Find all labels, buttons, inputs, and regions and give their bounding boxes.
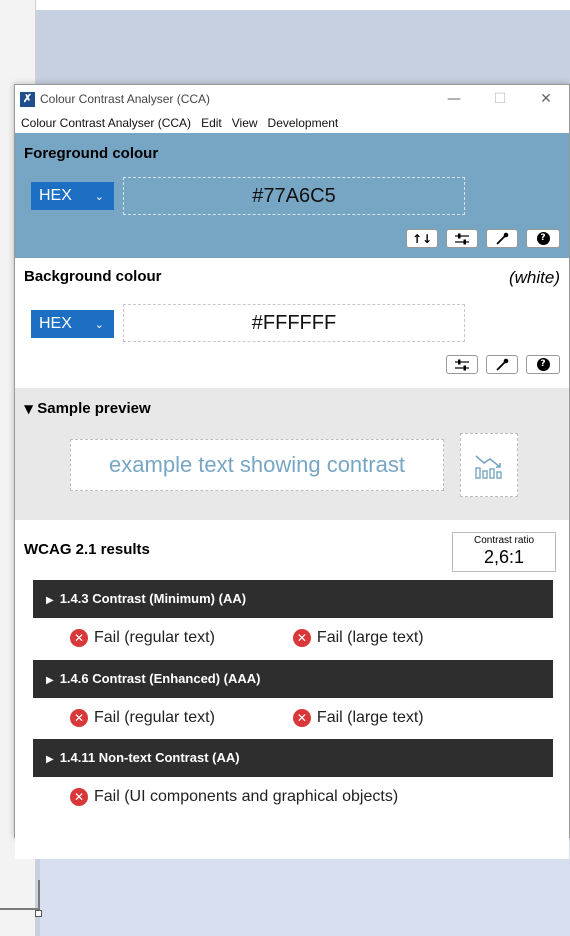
minimize-button[interactable]: — (431, 91, 477, 107)
result-text: Fail (regular text) (94, 629, 215, 646)
result-item: ✕ Fail (large text) (292, 629, 424, 647)
fail-icon: ✕ (70, 709, 88, 727)
foreground-eyedropper-button[interactable] (486, 229, 518, 248)
foreground-format-value: HEX (39, 187, 72, 204)
sample-chart-box (460, 433, 518, 497)
criterion-1-4-6-results: ✕ Fail (regular text) ✕ Fail (large text… (70, 709, 424, 727)
result-item: ✕ Fail (UI components and graphical obje… (70, 788, 398, 806)
foreground-tools: ↑↓ ? (406, 229, 560, 248)
background-sliders-button[interactable] (446, 355, 478, 374)
resize-handle[interactable] (35, 910, 42, 917)
foreground-color-input[interactable]: #77A6C5 (123, 177, 465, 215)
foreground-section: Foreground colour HEX ⌄ #77A6C5 ↑↓ ? (15, 133, 569, 258)
sample-preview-title: Sample preview (37, 400, 151, 417)
sliders-icon (455, 233, 469, 244)
contrast-ratio-value: 2,6:1 (483, 547, 525, 567)
criterion-label: 1.4.11 Non-text Contrast (AA) (59, 750, 240, 765)
menu-view[interactable]: View (232, 116, 258, 130)
app-logo-icon: ✗ (20, 91, 35, 107)
title-bar[interactable]: ✗ Colour Contrast Analyser (CCA) — ☐ ✕ (15, 85, 569, 113)
result-item: ✕ Fail (regular text) (70, 629, 215, 647)
fail-icon: ✕ (70, 788, 88, 806)
criterion-1-4-11-toggle[interactable]: ▶ 1.4.11 Non-text Contrast (AA) (33, 739, 553, 777)
background-title: Background colour (24, 268, 162, 285)
help-icon: ? (536, 232, 550, 245)
eyedropper-icon (496, 358, 509, 371)
help-icon: ? (536, 358, 550, 371)
sample-text-box: example text showing contrast (70, 439, 444, 491)
chevron-down-icon: ⌄ (94, 189, 104, 203)
background-color-input[interactable]: #FFFFFF (123, 304, 465, 342)
desktop-window-edge (0, 880, 40, 910)
menu-app[interactable]: Colour Contrast Analyser (CCA) (21, 116, 191, 130)
background-format-select[interactable]: HEX ⌄ (31, 310, 114, 338)
triangle-down-icon: ▼ (24, 402, 34, 416)
contrast-ratio-box: Contrast ratio 2,6:1 (452, 532, 556, 572)
sliders-icon (455, 359, 469, 370)
window-title: Colour Contrast Analyser (CCA) (40, 92, 211, 106)
triangle-right-icon: ▶ (46, 595, 54, 606)
result-item: ✕ Fail (regular text) (70, 709, 215, 727)
background-format-value: HEX (39, 315, 72, 332)
result-text: Fail (large text) (316, 629, 424, 646)
foreground-format-select[interactable]: HEX ⌄ (31, 182, 114, 210)
result-text: Fail (regular text) (94, 709, 215, 726)
criterion-1-4-3-toggle[interactable]: ▶ 1.4.3 Contrast (Minimum) (AA) (33, 580, 553, 618)
criterion-label: 1.4.6 Contrast (Enhanced) (AAA) (59, 671, 261, 686)
desktop-top-strip (36, 0, 570, 10)
fail-icon: ✕ (292, 709, 311, 727)
background-tools: ? (446, 355, 560, 374)
swap-icon: ↑↓ (411, 231, 433, 246)
criterion-label: 1.4.3 Contrast (Minimum) (AA) (59, 591, 247, 606)
cca-window: ✗ Colour Contrast Analyser (CCA) — ☐ ✕ C… (14, 84, 570, 859)
menu-development[interactable]: Development (268, 116, 339, 130)
menu-edit[interactable]: Edit (201, 116, 222, 130)
chevron-down-icon: ⌄ (94, 317, 104, 331)
sample-preview-section: ▼ Sample preview example text showing con… (15, 388, 569, 520)
background-section: Background colour (white) HEX ⌄ #FFFFFF (15, 258, 569, 388)
results-section: WCAG 2.1 results Contrast ratio 2,6:1 ▶ 1… (15, 520, 569, 859)
fail-icon: ✕ (70, 629, 88, 647)
foreground-sliders-button[interactable] (446, 229, 478, 248)
results-title: WCAG 2.1 results (24, 541, 150, 558)
background-colour-name: (white) (508, 268, 560, 287)
contrast-ratio-label: Contrast ratio (473, 535, 535, 546)
foreground-title: Foreground colour (24, 145, 159, 162)
result-text: Fail (UI components and graphical object… (94, 788, 399, 805)
triangle-right-icon: ▶ (46, 754, 54, 765)
result-text: Fail (large text) (316, 709, 424, 726)
swap-colours-button[interactable]: ↑↓ (406, 229, 438, 248)
sample-preview-toggle[interactable]: ▼ Sample preview (24, 400, 151, 417)
criterion-1-4-3-results: ✕ Fail (regular text) ✕ Fail (large text… (70, 629, 424, 647)
maximize-button: ☐ (493, 91, 507, 107)
close-button[interactable]: ✕ (523, 91, 569, 107)
background-eyedropper-button[interactable] (486, 355, 518, 374)
criterion-1-4-11-results: ✕ Fail (UI components and graphical obje… (70, 788, 398, 806)
fail-icon: ✕ (292, 629, 311, 647)
menu-bar: Colour Contrast Analyser (CCA) Edit View… (15, 113, 569, 133)
background-help-button[interactable]: ? (526, 355, 560, 374)
result-item: ✕ Fail (large text) (292, 709, 424, 727)
eyedropper-icon (496, 232, 509, 245)
chart-icon (475, 455, 502, 479)
foreground-help-button[interactable]: ? (526, 229, 560, 248)
criterion-1-4-6-toggle[interactable]: ▶ 1.4.6 Contrast (Enhanced) (AAA) (33, 660, 553, 698)
triangle-right-icon: ▶ (46, 675, 54, 686)
